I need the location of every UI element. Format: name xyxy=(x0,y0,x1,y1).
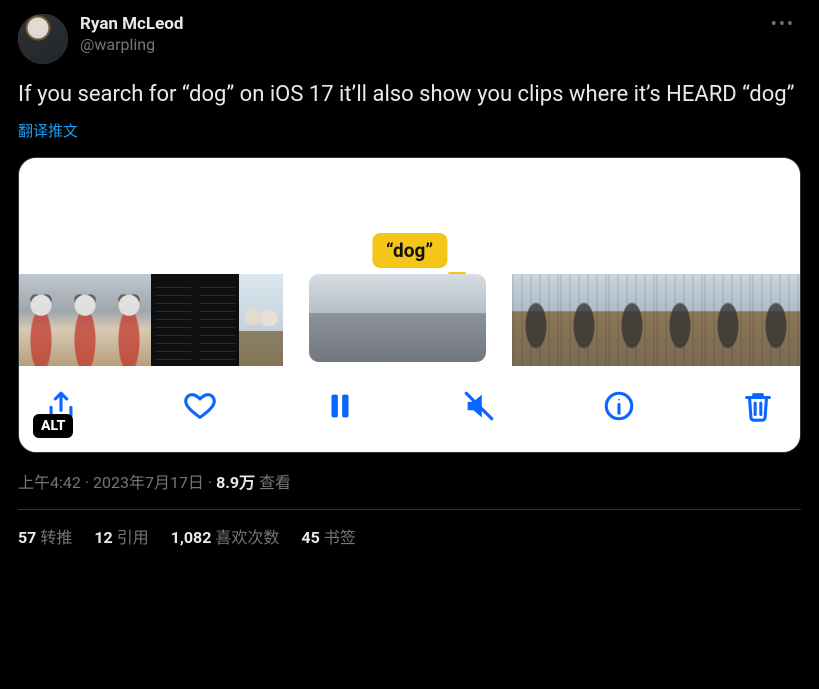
clip-thumb xyxy=(195,274,239,366)
media-whitespace: “dog” xyxy=(19,158,800,274)
avatar[interactable] xyxy=(18,14,68,64)
clip-thumb xyxy=(309,274,353,362)
clip-group xyxy=(19,274,283,362)
divider xyxy=(18,509,801,510)
tweet-time[interactable]: 上午4:42 xyxy=(18,473,81,492)
views-label: 查看 xyxy=(255,473,291,492)
clip-thumb xyxy=(512,274,560,366)
translate-link[interactable]: 翻译推文 xyxy=(18,120,78,141)
heart-icon xyxy=(183,389,217,423)
alt-badge[interactable]: ALT xyxy=(33,414,73,438)
views-count: 8.9万 xyxy=(216,473,255,492)
more-menu-button[interactable]: ••• xyxy=(765,14,801,35)
tweet: Ryan McLeod @warpling ••• If you search … xyxy=(0,0,819,562)
bookmarks-stat[interactable]: 45书签 xyxy=(301,524,355,548)
clip-thumb xyxy=(63,274,107,366)
clip-thumb xyxy=(608,274,656,366)
like-button[interactable] xyxy=(180,386,220,426)
clip-thumb xyxy=(151,274,195,366)
media-attachment[interactable]: “dog” xyxy=(18,157,801,453)
clip-group xyxy=(512,274,800,362)
clip-thumb xyxy=(19,274,63,366)
clip-thumb xyxy=(656,274,704,366)
clip-thumb xyxy=(353,274,397,362)
mute-button[interactable] xyxy=(459,386,499,426)
quotes-stat[interactable]: 12引用 xyxy=(94,524,148,548)
clip-thumb xyxy=(752,274,800,366)
clip-thumb xyxy=(442,274,486,362)
tweet-text: If you search for “dog” on iOS 17 it’ll … xyxy=(18,80,801,110)
speaker-off-icon xyxy=(462,389,496,423)
author-handle: @warpling xyxy=(80,35,765,55)
retweets-stat[interactable]: 57转推 xyxy=(18,524,72,548)
info-button[interactable] xyxy=(599,386,639,426)
tweet-stats: 57转推 12引用 1,082喜欢次数 45书签 xyxy=(18,524,801,548)
pause-icon xyxy=(323,389,357,423)
trash-icon xyxy=(741,389,775,423)
delete-button[interactable] xyxy=(738,386,778,426)
video-scrubber[interactable] xyxy=(19,274,800,366)
tweet-header: Ryan McLeod @warpling ••• xyxy=(18,14,801,64)
clip-group-active xyxy=(309,274,486,362)
author-block[interactable]: Ryan McLeod @warpling xyxy=(80,14,765,55)
search-token-chip: “dog” xyxy=(372,233,447,268)
pause-button[interactable] xyxy=(320,386,360,426)
clip-thumb xyxy=(107,274,151,366)
media-toolbar xyxy=(19,366,800,452)
clip-thumb xyxy=(398,274,442,362)
clip-thumb xyxy=(560,274,608,366)
tweet-date[interactable]: 2023年7月17日 xyxy=(93,473,204,492)
info-icon xyxy=(602,389,636,423)
tweet-meta: 上午4:42 · 2023年7月17日 · 8.9万 查看 xyxy=(18,469,801,493)
likes-stat[interactable]: 1,082喜欢次数 xyxy=(171,524,280,548)
clip-thumb xyxy=(239,274,283,366)
clip-thumb xyxy=(704,274,752,366)
author-name: Ryan McLeod xyxy=(80,14,765,35)
